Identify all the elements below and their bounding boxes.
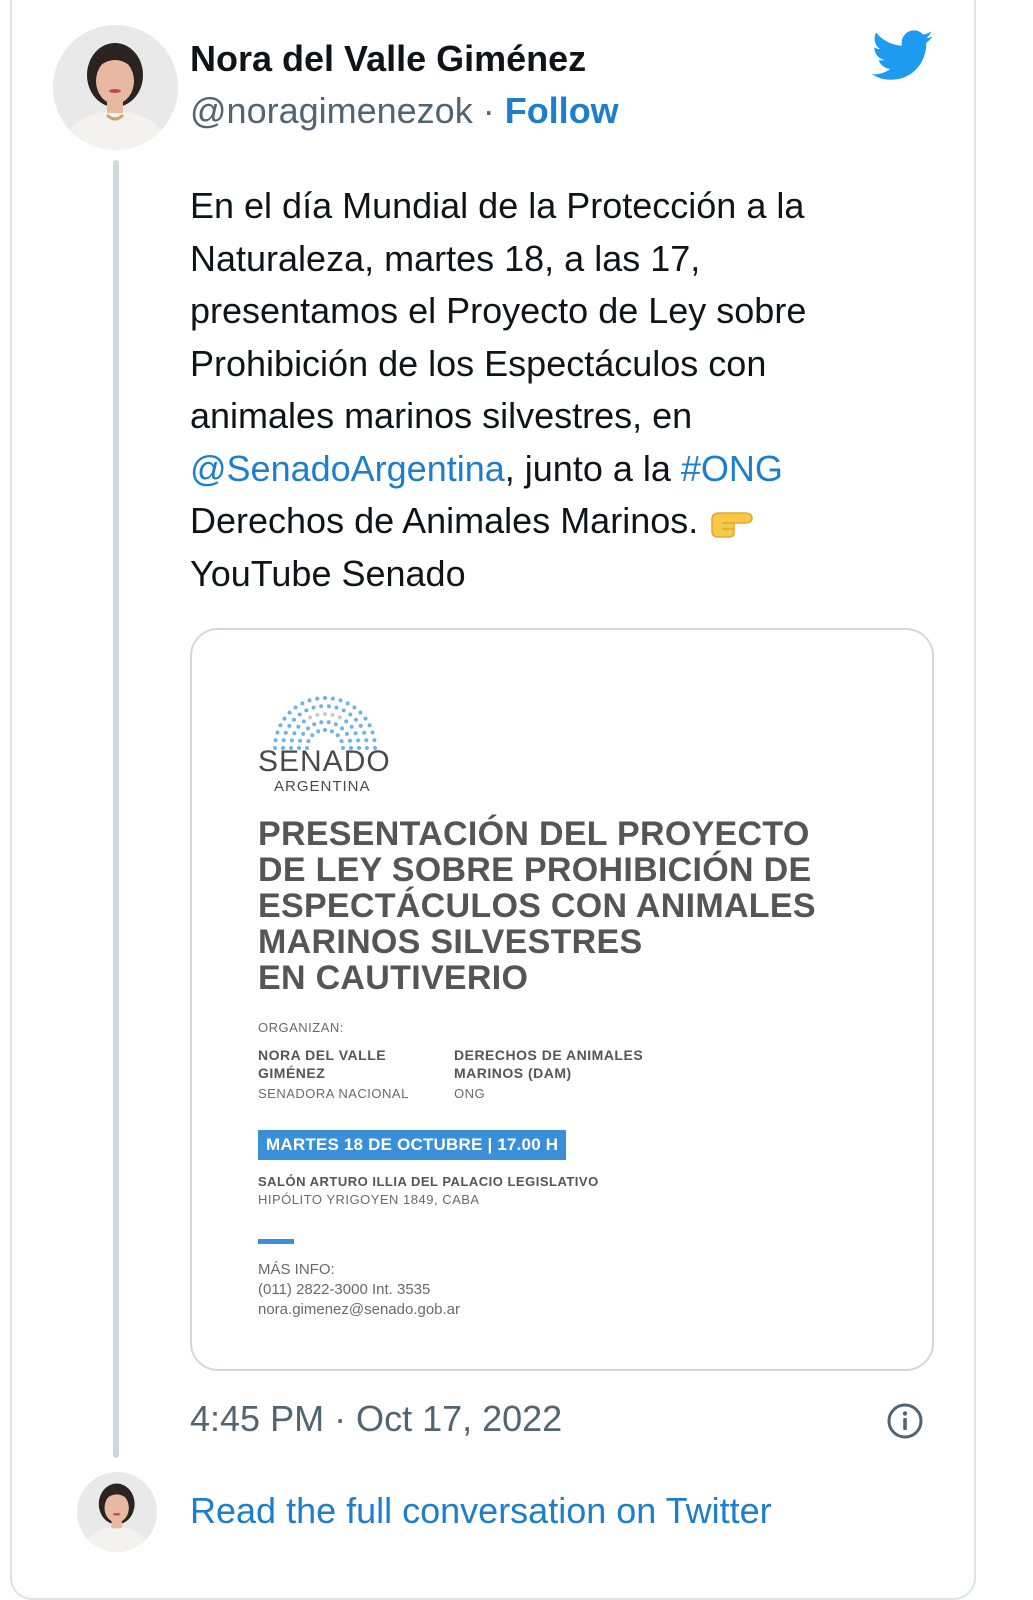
info-icon[interactable] [886,1402,924,1440]
tweet-line: YouTube Senado [190,552,466,594]
separator: · [472,90,505,131]
mention-link[interactable]: @SenadoArgentina [190,448,505,489]
poster-title-line: PRESENTACIÓN DEL PROYECTO [258,815,810,853]
senado-wordmark: SENADO [258,745,391,778]
tweet-line: presentamos el Proyecto de Ley sobre [190,290,807,331]
organizer-name: MARINOS (DAM) [454,1065,572,1081]
read-full-conversation-link[interactable]: Read the full conversation on Twitter [190,1490,772,1532]
pointing-hand-icon [711,512,754,538]
tweet-fragment: , junto a la [504,447,681,489]
senado-dome-logo [273,696,377,750]
more-info: MÁS INFO: (011) 2822-3000 Int. 3535 nora… [258,1260,460,1320]
poster-title-line: MARINOS SILVESTRES [258,923,643,961]
author-avatar[interactable] [53,25,178,150]
tweet-line: animales marinos silvestres, en [190,395,693,436]
event-address: HIPÓLITO YRIGOYEN 1849, CABA [258,1192,480,1207]
event-venue: SALÓN ARTURO ILLIA DEL PALACIO LEGISLATI… [258,1174,599,1189]
tweet-line: Derechos de Animales Marinos. [190,495,890,548]
follow-button[interactable]: Follow [505,90,619,131]
tweet-fragment: Derechos de Animales Marinos. [190,500,699,541]
poster-title-line: EN CAUTIVERIO [258,959,529,997]
tweet-timestamp[interactable]: 4:45 PM · Oct 17, 2022 [190,1398,562,1440]
author-handle-row: @noragimenezok · Follow [190,90,619,132]
tweet-line: En el día Mundial de la Protección a la [190,185,805,226]
more-info-label: MÁS INFO: [258,1261,335,1278]
event-date-badge: MARTES 18 DE OCTUBRE | 17.00 H [258,1130,567,1160]
hashtag-link[interactable]: #ONG [681,448,783,489]
tweet-line: @SenadoArgentina, junto a la #ONG [190,443,890,496]
organizer-role: SENADORA NACIONAL [258,1086,409,1101]
organizer-2: DERECHOS DE ANIMALES MARINOS (DAM) ONG [454,1046,694,1101]
thread-line [113,160,119,1458]
contact-email: nora.gimenez@senado.gob.ar [258,1301,461,1318]
organizer-1: NORA DEL VALLE GIMÉNEZ SENADORA NACIONAL [258,1046,448,1101]
organizer-name: GIMÉNEZ [258,1065,326,1081]
tweet-text: En el día Mundial de la Protección a la … [190,180,890,600]
event-poster: SENADO ARGENTINA PRESENTACIÓN DEL PROYEC… [192,630,932,1369]
author-avatar-small[interactable] [77,1472,157,1552]
tweet-line: Naturaleza, martes 18, a las 17, [190,237,701,279]
organizer-role: ONG [454,1086,486,1101]
organizers-label: ORGANIZAN: [258,1020,344,1035]
tweet-media-image[interactable]: SENADO ARGENTINA PRESENTACIÓN DEL PROYEC… [190,628,934,1371]
author-name[interactable]: Nora del Valle Giménez [190,38,586,80]
tweet-line: Prohibición de los Espectáculos con [190,342,767,384]
poster-title: PRESENTACIÓN DEL PROYECTO DE LEY SOBRE P… [258,816,898,996]
poster-title-line: DE LEY SOBRE PROHIBICIÓN DE [258,851,812,889]
senado-subtitle: ARGENTINA [274,778,371,795]
twitter-bird-icon[interactable] [872,30,934,82]
contact-phone: (011) 2822-3000 Int. 3535 [258,1281,431,1298]
organizer-name: DERECHOS DE ANIMALES [454,1047,644,1063]
poster-title-line: ESPECTÁCULOS CON ANIMALES [258,887,816,925]
accent-divider [258,1239,294,1244]
author-handle[interactable]: @noragimenezok [190,90,473,131]
organizer-name: NORA DEL VALLE [258,1047,387,1063]
